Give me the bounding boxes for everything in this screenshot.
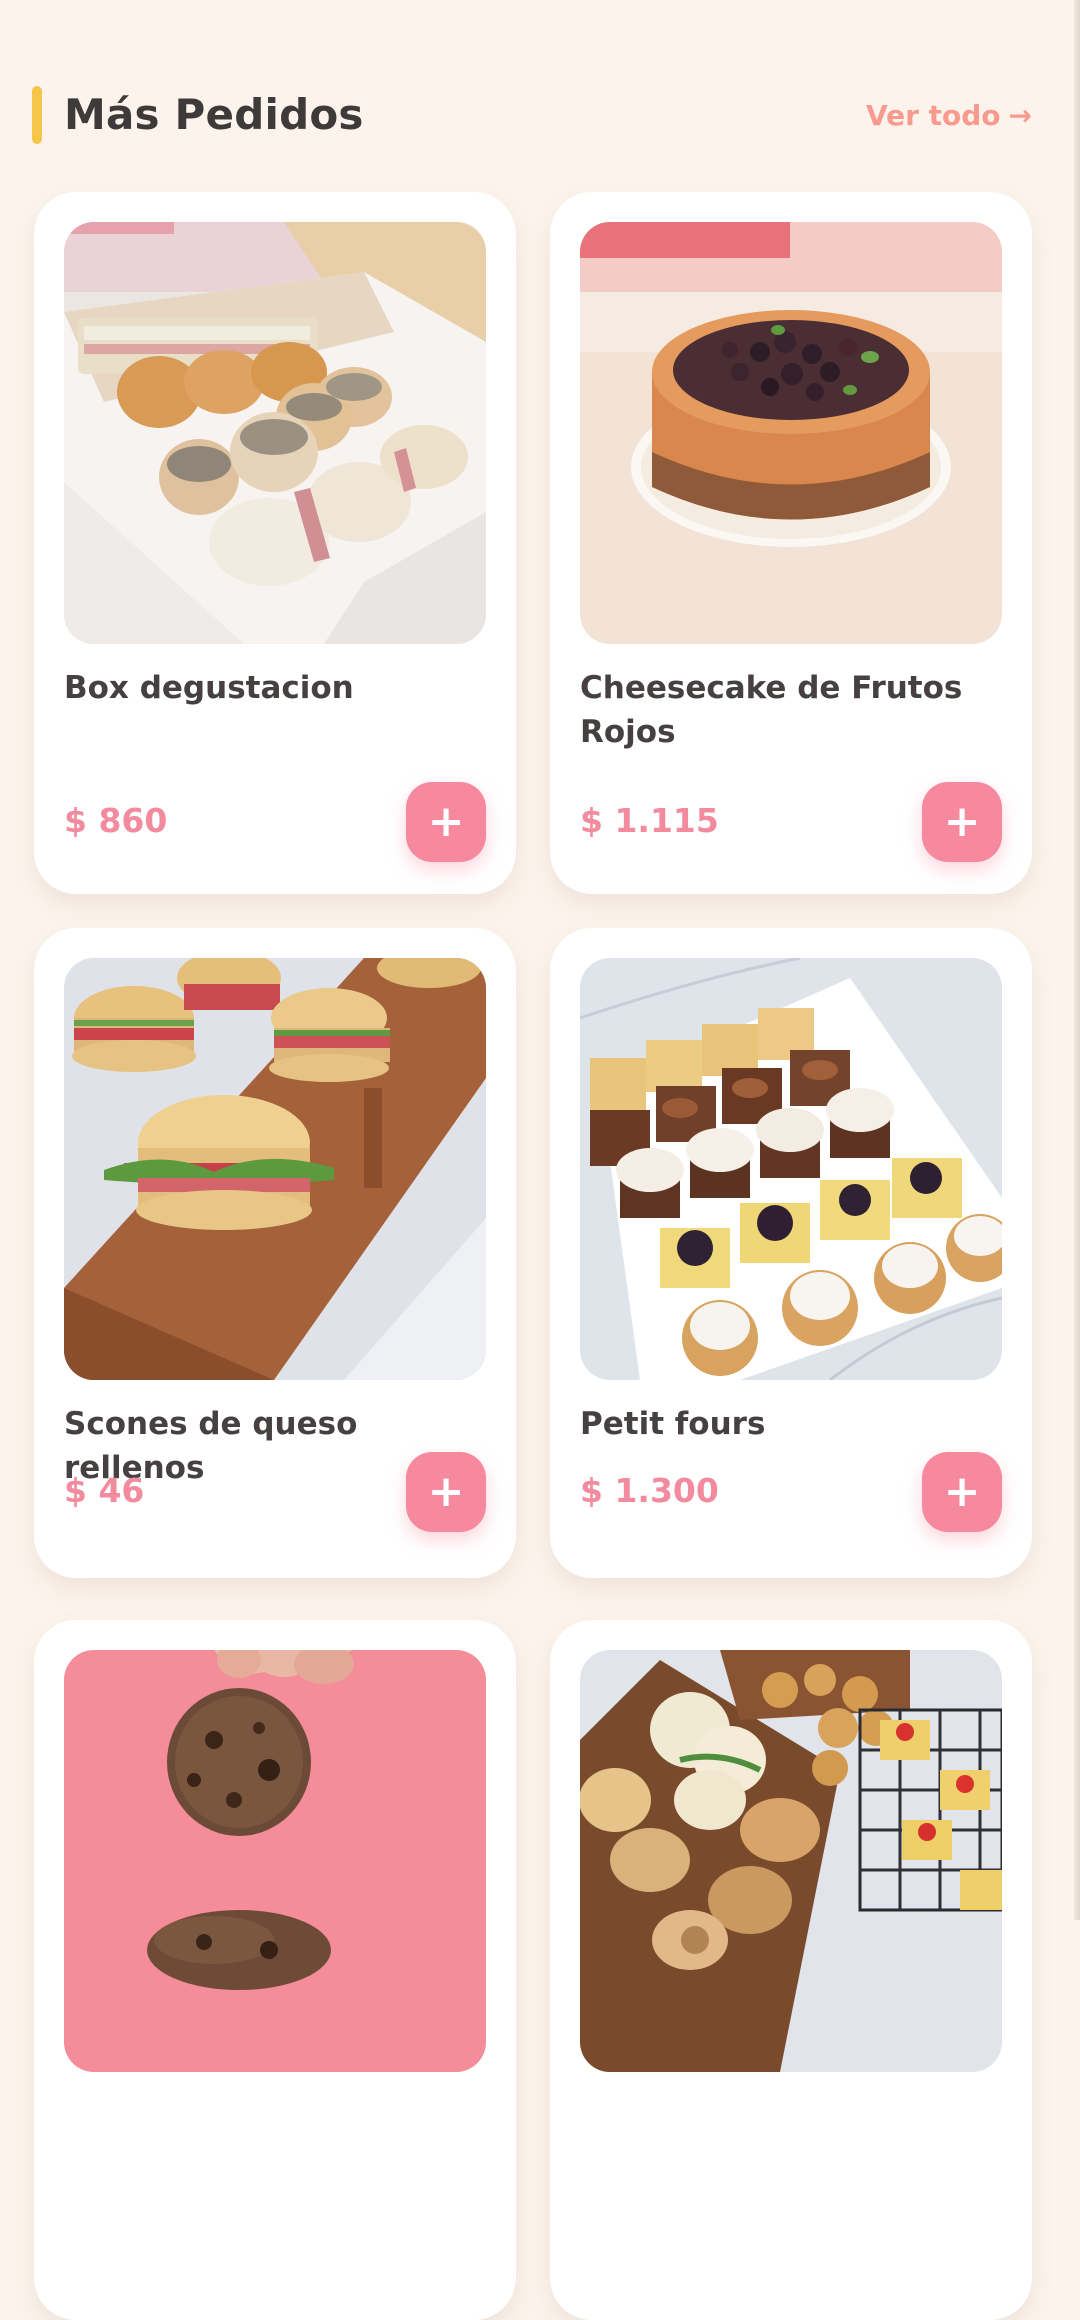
section-accent-bar xyxy=(32,86,42,144)
product-card[interactable] xyxy=(34,1620,516,2320)
product-name: Cheesecake de Frutos Rojos xyxy=(580,670,963,750)
section-header: Más Pedidos Ver todo → xyxy=(32,84,1032,146)
product-name: Box degustacion xyxy=(64,670,354,706)
product-price: $ 860 xyxy=(64,801,168,840)
product-card[interactable]: Petit fours $ 1.300 + xyxy=(550,928,1032,1578)
product-card[interactable]: Scones de queso rellenos $ 46 + xyxy=(34,928,516,1578)
product-name: Petit fours xyxy=(580,1406,766,1442)
product-image-picada xyxy=(580,1650,1002,2072)
product-price: $ 46 xyxy=(64,1471,145,1510)
product-card[interactable] xyxy=(550,1620,1032,2320)
add-to-cart-button[interactable]: + xyxy=(406,782,486,862)
product-card[interactable]: Cheesecake de Frutos Rojos $ 1.115 + xyxy=(550,192,1032,894)
product-image-cheesecake xyxy=(580,222,1002,644)
see-all-label: Ver todo xyxy=(865,99,1001,132)
see-all-link[interactable]: Ver todo → xyxy=(866,96,1032,136)
product-card[interactable]: Box degustacion $ 860 + xyxy=(34,192,516,894)
product-image-scones xyxy=(64,958,486,1380)
product-image-cookies xyxy=(64,1650,486,2072)
arrow-right-icon: → xyxy=(1008,99,1032,132)
product-price: $ 1.115 xyxy=(580,801,719,840)
product-price: $ 1.300 xyxy=(580,1471,719,1510)
product-image-petit-fours xyxy=(580,958,1002,1380)
add-to-cart-button[interactable]: + xyxy=(406,1452,486,1532)
add-to-cart-button[interactable]: + xyxy=(922,1452,1002,1532)
add-to-cart-button[interactable]: + xyxy=(922,782,1002,862)
section-title: Más Pedidos xyxy=(64,90,364,139)
product-image-box-degustacion xyxy=(64,222,486,644)
page-edge xyxy=(1074,0,1080,1920)
